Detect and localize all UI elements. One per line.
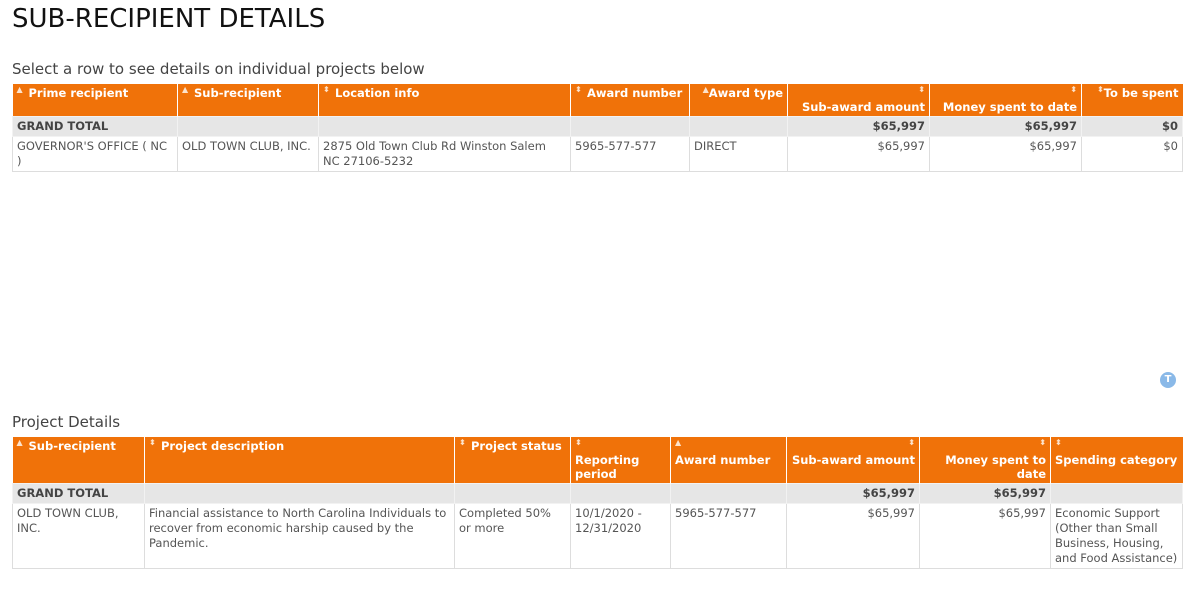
sort-icon[interactable]: ⬍ (459, 439, 471, 447)
total-cell (177, 116, 319, 137)
column-header-label: To be spent (1103, 86, 1179, 100)
column-header-label: Money spent to date (942, 100, 1077, 114)
table-cell: 5965-577-577 (670, 503, 787, 569)
column-header-prime-recipient[interactable]: ▲ Prime recipient (12, 84, 178, 117)
sort-icon[interactable]: ⬍ (575, 439, 587, 447)
header-row: ▲ Sub-recipient ⬍ Project description ⬍ Proje… (12, 437, 1183, 484)
column-header-spending-category[interactable]: ⬍ Spending category (1050, 437, 1183, 484)
total-cell: $65,997 (787, 116, 930, 137)
project-details-title: Project Details (12, 413, 121, 431)
column-header-label: Sub-award amount (801, 100, 925, 114)
total-cell (454, 483, 571, 504)
table-cell: Completed 50% or more (454, 503, 571, 569)
column-header-sub-award-amount[interactable]: ⬍ Sub-award amount (786, 437, 920, 484)
column-header-label: Prime recipient (28, 86, 129, 100)
table-cell: OLD TOWN CLUB, INC. (177, 136, 319, 172)
table-cell: 10/1/2020 - 12/31/2020 (570, 503, 671, 569)
sort-ascending-icon[interactable]: ▲ (697, 86, 709, 94)
total-cell: $65,997 (786, 483, 920, 504)
table-cell: $65,997 (929, 136, 1082, 172)
column-header-sub-recipient[interactable]: ▲ Sub-recipient (12, 437, 145, 484)
column-header-label: Project description (161, 439, 285, 453)
sort-icon[interactable]: ⬍ (903, 439, 915, 447)
table-cell: 2875 Old Town Club Rd Winston Salem NC 2… (318, 136, 571, 172)
table-cell: Economic Support (Other than Small Busin… (1050, 503, 1183, 569)
column-header-award-number[interactable]: ▲ Award number (670, 437, 787, 484)
sort-ascending-icon[interactable]: ▲ (17, 86, 29, 94)
sort-ascending-icon[interactable]: ▲ (182, 86, 194, 94)
column-header-label: Spending category (1055, 453, 1178, 467)
subrecipients-table: ▲ Prime recipient ▲ Sub-recipient ⬍ Location … (12, 84, 1183, 172)
total-cell: $0 (1081, 116, 1183, 137)
table-row[interactable]: GOVERNOR'S OFFICE ( NC ) OLD TOWN CLUB, I… (12, 136, 1183, 172)
sort-icon[interactable]: ⬍ (323, 86, 335, 94)
column-header-label: Money spent to date (945, 453, 1046, 481)
sort-ascending-icon[interactable]: ▲ (17, 439, 29, 447)
sort-icon[interactable]: ⬍ (575, 86, 587, 94)
project-details-table: ▲ Sub-recipient ⬍ Project description ⬍ Proje… (12, 437, 1183, 569)
total-cell (570, 116, 690, 137)
column-header-award-number[interactable]: ⬍ Award number (570, 84, 690, 117)
total-cell: $65,997 (919, 483, 1051, 504)
table-row[interactable]: OLD TOWN CLUB, INC. Financial assistance … (12, 503, 1183, 569)
table-cell: Financial assistance to North Carolina I… (144, 503, 455, 569)
table-cell: OLD TOWN CLUB, INC. (12, 503, 145, 569)
total-cell (1050, 483, 1183, 504)
total-cell (144, 483, 455, 504)
total-cell: GRAND TOTAL (12, 116, 178, 137)
column-header-sub-recipient[interactable]: ▲ Sub-recipient (177, 84, 319, 117)
column-header-label: Sub-award amount (791, 453, 915, 467)
sort-icon[interactable]: ⬍ (1055, 439, 1067, 447)
filter-icon[interactable]: T (1160, 372, 1176, 388)
total-cell (318, 116, 571, 137)
page-title: SUB-RECIPIENT DETAILS (12, 4, 326, 34)
sort-icon[interactable]: ⬍ (913, 86, 925, 94)
total-cell (570, 483, 671, 504)
table-cell: $65,997 (786, 503, 920, 569)
sort-icon[interactable]: ⬍ (149, 439, 161, 447)
column-header-to-be-spent[interactable]: ⬍To be spent (1081, 84, 1183, 117)
column-header-label: Location info (335, 86, 420, 100)
column-header-sub-award-amount[interactable]: ⬍ Sub-award amount (787, 84, 930, 117)
table-cell: $65,997 (787, 136, 930, 172)
column-header-label: Reporting period (575, 453, 640, 481)
column-header-project-description[interactable]: ⬍ Project description (144, 437, 455, 484)
table-cell: 5965-577-577 (570, 136, 690, 172)
table-cell: GOVERNOR'S OFFICE ( NC ) (12, 136, 178, 172)
table-cell: DIRECT (689, 136, 788, 172)
column-header-location-info[interactable]: ⬍ Location info (318, 84, 571, 117)
sort-icon[interactable]: ⬍ (1092, 86, 1104, 94)
total-cell (689, 116, 788, 137)
sort-icon[interactable]: ⬍ (1065, 86, 1077, 94)
column-header-project-status[interactable]: ⬍ Project status (454, 437, 571, 484)
header-row: ▲ Prime recipient ▲ Sub-recipient ⬍ Location … (12, 84, 1183, 117)
column-header-label: Project status (471, 439, 562, 453)
column-header-label: Sub-recipient (28, 439, 116, 453)
column-header-money-spent-to-date[interactable]: ⬍ Money spent to date (929, 84, 1082, 117)
grand-total-row: GRAND TOTAL $65,997 $65,997 $0 (12, 116, 1183, 137)
instruction-text: Select a row to see details on individua… (12, 60, 425, 78)
column-header-money-spent-to-date[interactable]: ⬍ Money spent to date (919, 437, 1051, 484)
total-cell (670, 483, 787, 504)
sort-icon[interactable]: ⬍ (1034, 439, 1046, 447)
column-header-label: Award type (708, 86, 783, 100)
column-header-label: Award number (675, 453, 771, 467)
table-cell: $65,997 (919, 503, 1051, 569)
column-header-award-type[interactable]: ▲Award type (689, 84, 788, 117)
total-cell: $65,997 (929, 116, 1082, 137)
sort-ascending-icon[interactable]: ▲ (675, 439, 687, 447)
column-header-label: Sub-recipient (194, 86, 282, 100)
column-header-reporting-period[interactable]: ⬍ Reporting period (570, 437, 671, 484)
column-header-label: Award number (587, 86, 683, 100)
grand-total-row: GRAND TOTAL $65,997 $65,997 (12, 483, 1183, 504)
total-cell: GRAND TOTAL (12, 483, 145, 504)
table-cell: $0 (1081, 136, 1183, 172)
